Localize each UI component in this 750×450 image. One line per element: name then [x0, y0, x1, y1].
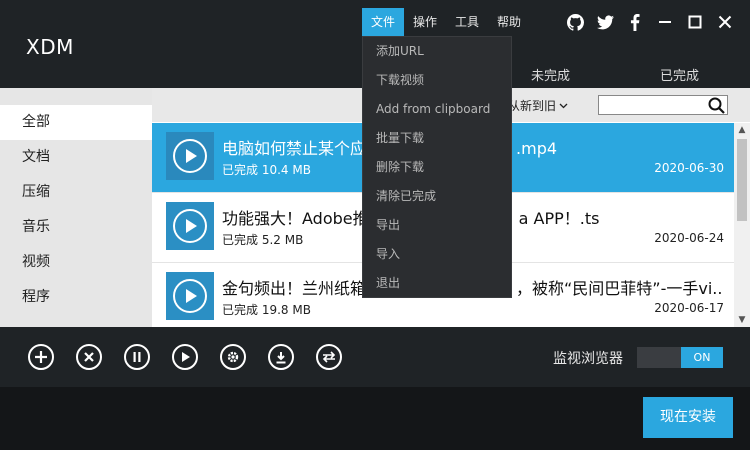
monitor-browser-toggle[interactable]: ON: [637, 347, 723, 368]
scrollbar-thumb[interactable]: [737, 139, 747, 221]
sidebar-item-all[interactable]: 全部: [0, 105, 152, 140]
menu-item-import[interactable]: 导入: [363, 240, 511, 269]
menu-item-add-url[interactable]: 添加URL: [363, 37, 511, 66]
sidebar-item-compressed[interactable]: 压缩: [0, 175, 152, 210]
download-icon[interactable]: [268, 344, 294, 370]
menu-item-exit[interactable]: 退出: [363, 269, 511, 298]
menu-tools[interactable]: 工具: [446, 8, 488, 36]
toggle-on-label: ON: [681, 347, 723, 368]
twitter-icon[interactable]: [590, 8, 620, 36]
menu-item-batch-download[interactable]: 批量下载: [363, 124, 511, 153]
menu-bar: 文件 操作 工具 帮助: [362, 8, 530, 36]
sidebar-item-music[interactable]: 音乐: [0, 210, 152, 245]
convert-icon[interactable]: [316, 344, 342, 370]
category-sidebar: 全部 文档 压缩 音乐 视频 程序: [0, 88, 152, 327]
status-tabs: 未完成 已完成: [510, 60, 750, 88]
window-controls: [560, 8, 740, 36]
maximize-icon[interactable]: [680, 8, 710, 36]
sidebar-item-video[interactable]: 视频: [0, 245, 152, 280]
menu-item-delete-download[interactable]: 删除下载: [363, 153, 511, 182]
facebook-icon[interactable]: [620, 8, 650, 36]
video-file-icon: [166, 272, 214, 320]
minimize-icon[interactable]: [650, 8, 680, 36]
video-file-icon: [166, 132, 214, 180]
search-icon[interactable]: [706, 96, 726, 114]
file-status: 已完成 5.2 MB: [222, 233, 304, 247]
menu-item-download-video[interactable]: 下载视频: [363, 66, 511, 95]
file-date: 2020-06-24: [654, 231, 724, 245]
app-title: XDM: [26, 35, 74, 59]
chevron-down-icon: [559, 103, 568, 108]
file-menu-dropdown: 添加URL 下载视频 Add from clipboard 批量下载 删除下载 …: [362, 36, 512, 298]
tab-complete[interactable]: 已完成: [660, 65, 699, 84]
menu-actions[interactable]: 操作: [404, 8, 446, 36]
menu-help[interactable]: 帮助: [488, 8, 530, 36]
close-icon[interactable]: [710, 8, 740, 36]
file-date: 2020-06-17: [654, 301, 724, 315]
list-scrollbar[interactable]: ▲ ▼: [734, 123, 750, 327]
file-status: 已完成 19.8 MB: [222, 303, 311, 317]
menu-file[interactable]: 文件: [362, 8, 405, 36]
file-date: 2020-06-30: [654, 161, 724, 175]
scroll-down-icon[interactable]: ▼: [734, 313, 750, 327]
menu-item-add-from-clipboard[interactable]: Add from clipboard: [363, 95, 511, 124]
tab-incomplete[interactable]: 未完成: [531, 65, 570, 84]
cancel-icon[interactable]: [76, 344, 102, 370]
github-icon[interactable]: [560, 8, 590, 36]
sidebar-item-documents[interactable]: 文档: [0, 140, 152, 175]
monitor-browser-label: 监视浏览器: [553, 351, 623, 367]
install-now-button[interactable]: 现在安装: [643, 397, 733, 438]
pause-icon[interactable]: [124, 344, 150, 370]
file-status: 已完成 10.4 MB: [222, 163, 311, 177]
footer-bar: 现在安装: [0, 387, 750, 450]
settings-icon[interactable]: [220, 344, 246, 370]
sort-dropdown[interactable]: 从新到旧: [508, 97, 568, 114]
sort-label: 从新到旧: [508, 99, 557, 113]
menu-item-export[interactable]: 导出: [363, 211, 511, 240]
add-icon[interactable]: [28, 344, 54, 370]
sidebar-item-programs[interactable]: 程序: [0, 280, 152, 315]
menu-item-clear-completed[interactable]: 清除已完成: [363, 182, 511, 211]
action-toolbar: 监视浏览器 ON: [0, 327, 750, 387]
scroll-up-icon[interactable]: ▲: [734, 123, 750, 137]
video-file-icon: [166, 202, 214, 250]
resume-icon[interactable]: [172, 344, 198, 370]
